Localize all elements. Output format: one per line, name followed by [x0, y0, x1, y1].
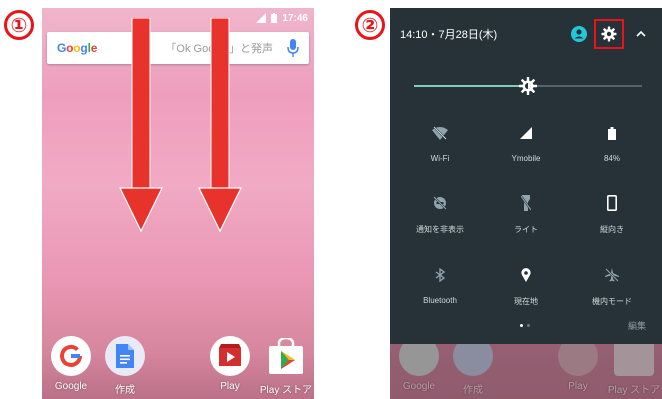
google-search-bar[interactable]: Google 「Ok Google」と発声 — [47, 32, 309, 64]
tile-flashlight[interactable]: ライト — [481, 192, 571, 235]
tile-label-orientation: 縦向き — [600, 225, 624, 234]
google-app-icon[interactable] — [51, 336, 91, 376]
tile-bluetooth[interactable]: Bluetooth — [395, 264, 485, 305]
step-number-2: ② — [353, 8, 387, 42]
tile-mobile[interactable]: Ymobile — [481, 122, 571, 163]
quick-settings-screen: Google 作成 Play Play ストア 14:10・7月28日(木) W… — [390, 8, 662, 399]
docs-icon[interactable] — [105, 336, 145, 376]
bluetooth-icon — [435, 268, 445, 282]
chevron-up-icon[interactable] — [630, 23, 652, 45]
wifi-off-icon — [432, 126, 448, 140]
dock-label-play-store: Play ストア — [259, 385, 313, 396]
user-icon[interactable] — [568, 23, 590, 45]
airplane-icon — [605, 268, 619, 282]
portrait-icon — [607, 195, 617, 211]
tile-do-not-disturb[interactable]: 通知を非表示 — [395, 192, 485, 235]
settings-highlight — [594, 19, 624, 49]
tile-label-mobile: Ymobile — [511, 154, 541, 163]
play-movies-icon[interactable] — [210, 336, 250, 376]
swipe-down-arrow-left — [119, 18, 163, 232]
shopping-bag-icon — [269, 338, 303, 374]
tile-label-airplane: 機内モード — [592, 297, 632, 306]
dock-label-docs: 作成 — [115, 385, 135, 396]
google-g-icon — [60, 344, 82, 367]
flashlight-icon — [521, 195, 531, 211]
tile-battery[interactable]: 84% — [567, 122, 657, 163]
tile-wifi[interactable]: Wi-Fi — [395, 122, 485, 163]
scrim — [390, 344, 662, 399]
date-time: 14:10・7月28日(木) — [400, 29, 498, 41]
dock-label-google: Google — [54, 381, 88, 392]
document-icon — [116, 344, 134, 368]
brightness-slider[interactable] — [414, 77, 642, 95]
status-bar: 17:46 — [42, 8, 314, 28]
google-logo: Google — [57, 41, 98, 55]
tile-label-do-not-disturb: 通知を非表示 — [416, 225, 464, 234]
tile-label-bluetooth: Bluetooth — [423, 296, 457, 305]
battery-icon — [608, 126, 616, 140]
tile-label-wifi: Wi-Fi — [430, 154, 450, 163]
signal-icon — [520, 127, 532, 139]
microphone-icon[interactable] — [287, 39, 299, 57]
tile-airplane[interactable]: 機内モード — [567, 264, 657, 307]
step-number-1: ① — [2, 8, 36, 42]
tile-location[interactable]: 現在地 — [481, 264, 571, 307]
battery-icon — [271, 13, 278, 23]
gear-icon[interactable] — [601, 26, 617, 42]
location-icon — [521, 268, 531, 282]
dock-label-play: Play — [220, 381, 240, 392]
do-not-disturb-icon — [433, 196, 447, 210]
signal-icon — [256, 13, 267, 23]
edit-button[interactable]: 編集 — [628, 319, 646, 332]
tile-orientation[interactable]: 縦向き — [567, 192, 657, 235]
swipe-down-arrow-right — [198, 18, 242, 232]
page-indicator — [520, 324, 530, 327]
film-icon — [219, 344, 241, 366]
brightness-icon[interactable] — [518, 76, 538, 96]
play-store-icon[interactable] — [266, 336, 306, 376]
tile-label-battery: 84% — [603, 154, 620, 163]
status-time: 17:46 — [282, 12, 308, 24]
tile-label-location: 現在地 — [514, 297, 538, 306]
shade-header: 14:10・7月28日(木) — [390, 8, 662, 60]
notification-shade: 14:10・7月28日(木) Wi-Fi Ymobile 84% 通知を非表示 … — [390, 8, 662, 344]
home-screen: 17:46 Google 「Ok Google」と発声 Google 作成 Pl… — [42, 8, 314, 399]
tile-label-flashlight: ライト — [514, 225, 538, 234]
